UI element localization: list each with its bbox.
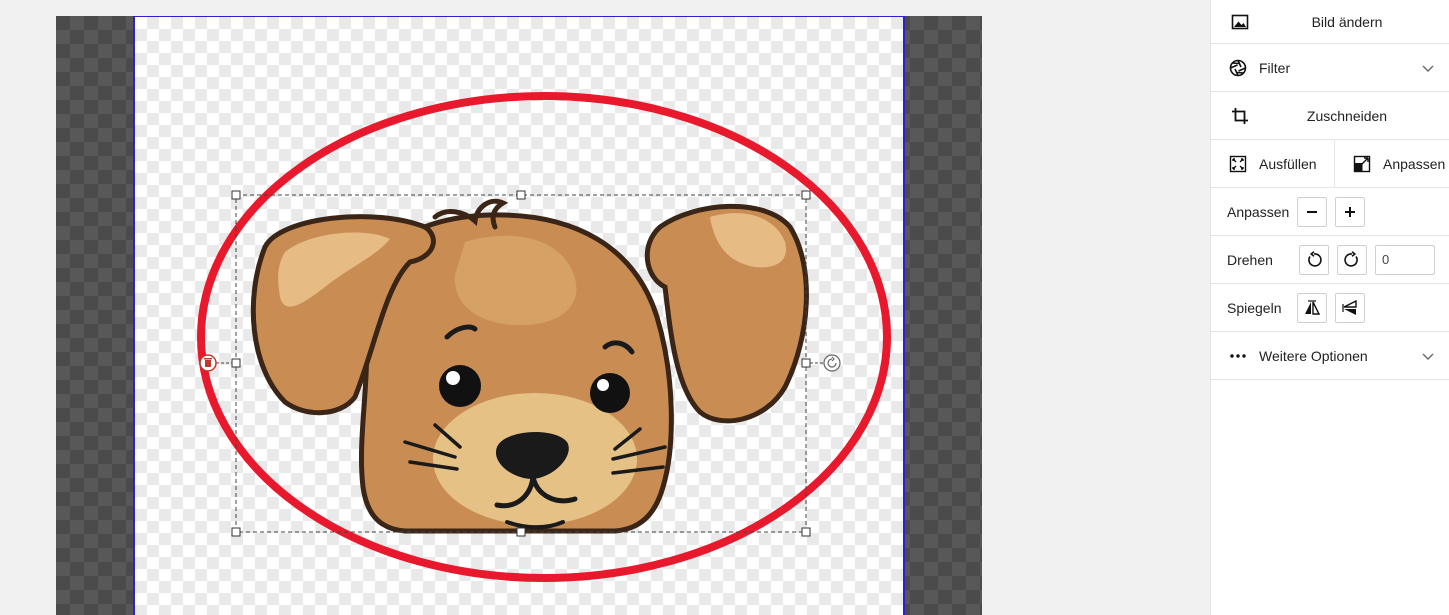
dog-image[interactable] — [250, 198, 809, 534]
filter-row: Filter — [1211, 44, 1449, 92]
rotate-label: Drehen — [1227, 251, 1273, 268]
fit-button[interactable]: Anpassen — [1335, 140, 1449, 187]
mirror-horizontal-button[interactable] — [1297, 292, 1327, 323]
mirror-row: Spiegeln — [1211, 284, 1449, 332]
plus-icon — [1345, 206, 1355, 217]
rotate-angle-input[interactable] — [1375, 244, 1435, 275]
scale-increase-button[interactable] — [1335, 196, 1365, 227]
canvas-stage — [56, 16, 982, 615]
crop-icon — [1232, 107, 1248, 124]
flip-horizontal-icon — [1305, 299, 1321, 315]
mirror-vertical-button[interactable] — [1335, 292, 1365, 323]
delete-handle-icon[interactable] — [199, 354, 217, 372]
more-options-label: Weitere Optionen — [1259, 347, 1368, 364]
crop-button[interactable]: Zuschneiden — [1211, 92, 1449, 139]
more-options-toggle[interactable]: Weitere Optionen — [1211, 332, 1449, 379]
rotate-row: Drehen — [1211, 236, 1449, 284]
editor-workspace — [0, 0, 1210, 615]
artboard[interactable] — [133, 16, 905, 615]
flip-vertical-icon — [1342, 299, 1357, 315]
change-image-row: Bild ändern — [1211, 0, 1449, 44]
rotate-handle-icon[interactable] — [823, 354, 841, 372]
minus-icon — [1307, 210, 1317, 213]
rotate-left-button[interactable] — [1299, 244, 1329, 275]
chevron-down-icon — [1422, 65, 1434, 72]
filter-label: Filter — [1259, 59, 1291, 76]
artboard-graphics — [197, 92, 891, 582]
scale-row: Anpassen — [1211, 188, 1449, 236]
change-image-button[interactable]: Bild ändern — [1211, 0, 1449, 43]
scale-label: Anpassen — [1227, 203, 1290, 220]
more-dots-icon — [1230, 353, 1246, 358]
aperture-icon — [1229, 59, 1247, 76]
crop-row: Zuschneiden — [1211, 92, 1449, 140]
image-properties-panel: Bild ändern Filter Zuschneiden Ausfüllen… — [1210, 0, 1449, 615]
more-options-row: Weitere Optionen — [1211, 332, 1449, 380]
rotate-cw-icon — [1344, 250, 1358, 267]
chevron-down-icon — [1422, 353, 1434, 360]
scale-decrease-button[interactable] — [1297, 196, 1327, 227]
mirror-label: Spiegeln — [1227, 299, 1282, 316]
filter-toggle[interactable]: Filter — [1211, 44, 1449, 91]
fill-fit-row: Ausfüllen Anpassen — [1211, 140, 1449, 188]
fit-label: Anpassen — [1383, 155, 1446, 172]
image-icon — [1231, 14, 1249, 29]
fill-label: Ausfüllen — [1259, 155, 1317, 172]
fill-button[interactable]: Ausfüllen — [1211, 140, 1335, 187]
rotate-right-button[interactable] — [1337, 244, 1367, 275]
fit-icon — [1353, 155, 1371, 172]
rotate-ccw-icon — [1308, 250, 1322, 267]
expand-corners-icon — [1229, 155, 1247, 172]
